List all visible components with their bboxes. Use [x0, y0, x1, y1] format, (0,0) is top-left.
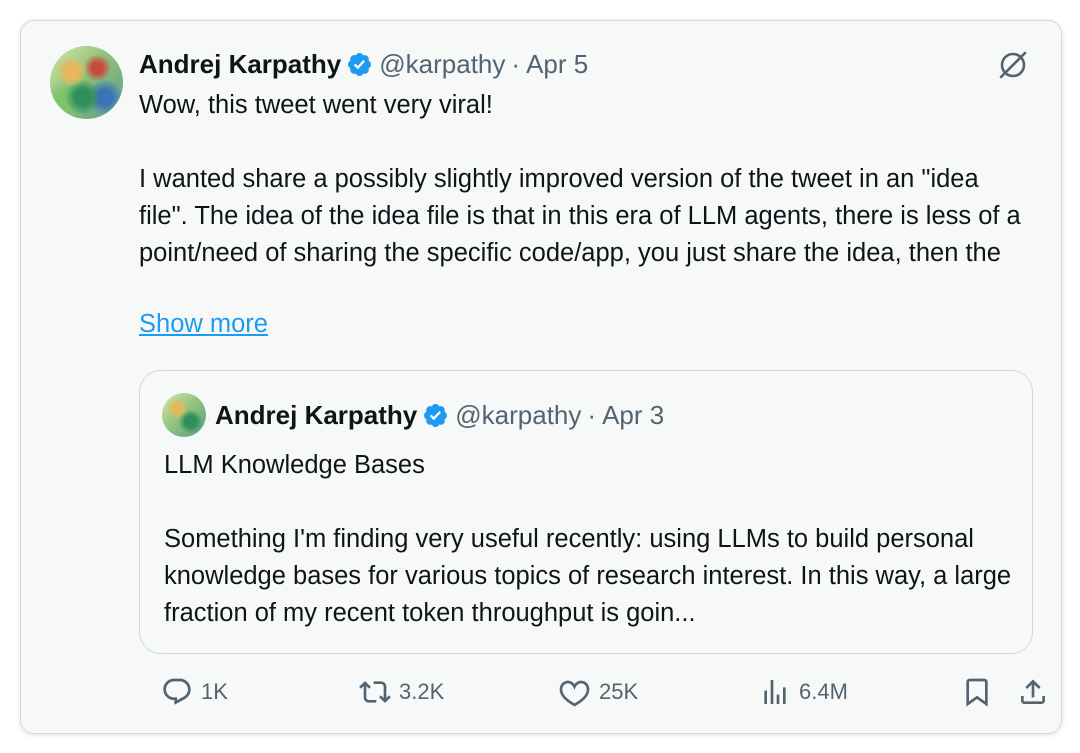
repost-button[interactable]: 3.2K — [359, 676, 444, 708]
verified-badge-icon — [424, 403, 448, 427]
share-icon — [1021, 679, 1045, 704]
quoted-tweet[interactable]: Andrej Karpathy @karpathy · Apr 3 LLM Kn… — [139, 370, 1033, 654]
views-button[interactable]: 6.4M — [759, 676, 848, 708]
grok-icon[interactable] — [995, 47, 1031, 83]
tweet-header: Andrej Karpathy @karpathy · Apr 5 — [139, 48, 588, 80]
bookmark-button[interactable] — [961, 676, 993, 708]
views-icon — [764, 680, 786, 704]
quoted-author-avatar — [162, 393, 206, 437]
like-count: 25K — [599, 679, 639, 704]
repost-count: 3.2K — [399, 679, 445, 704]
quoted-author-handle: @karpathy — [455, 399, 582, 430]
reply-count: 1K — [201, 679, 228, 704]
author-name[interactable]: Andrej Karpathy — [139, 49, 341, 80]
tweet-paragraph: Wow, this tweet went very viral! — [139, 91, 493, 119]
heart-icon — [559, 680, 590, 707]
reply-button[interactable]: 1K — [161, 676, 228, 708]
tweet-card[interactable]: Andrej Karpathy @karpathy · Apr 5 Wow, t… — [20, 20, 1062, 734]
bookmark-icon — [966, 678, 988, 707]
quoted-tweet-header: Andrej Karpathy @karpathy · Apr 3 — [215, 399, 664, 431]
quoted-tweet-text: LLM Knowledge Bases Something I'm findin… — [164, 447, 1024, 632]
repost-icon — [359, 681, 391, 703]
share-button[interactable] — [1017, 676, 1049, 708]
quoted-tweet-date: Apr 3 — [602, 399, 665, 430]
tweet-text: Wow, this tweet went very viral! I wante… — [139, 87, 1034, 272]
header-separator: · — [511, 48, 521, 79]
author-avatar[interactable] — [50, 46, 123, 119]
quoted-tweet-paragraph: Something I'm finding very useful recent… — [164, 525, 1012, 627]
quoted-author-name: Andrej Karpathy — [215, 399, 418, 430]
show-more-link[interactable]: Show more — [139, 310, 268, 339]
tweet-actions: 1K 3.2K 25K 6.4M — [139, 676, 1045, 712]
reply-icon — [163, 678, 191, 705]
tweet-paragraph: I wanted share a possibly slightly impro… — [139, 165, 1021, 267]
like-button[interactable]: 25K — [559, 676, 638, 708]
views-count: 6.4M — [799, 679, 848, 704]
tweet-date[interactable]: Apr 5 — [526, 49, 588, 80]
quoted-header-separator: · — [587, 399, 597, 430]
author-handle[interactable]: @karpathy — [379, 49, 505, 80]
verified-badge-icon — [348, 52, 372, 76]
quoted-tweet-paragraph: LLM Knowledge Bases — [164, 451, 425, 479]
